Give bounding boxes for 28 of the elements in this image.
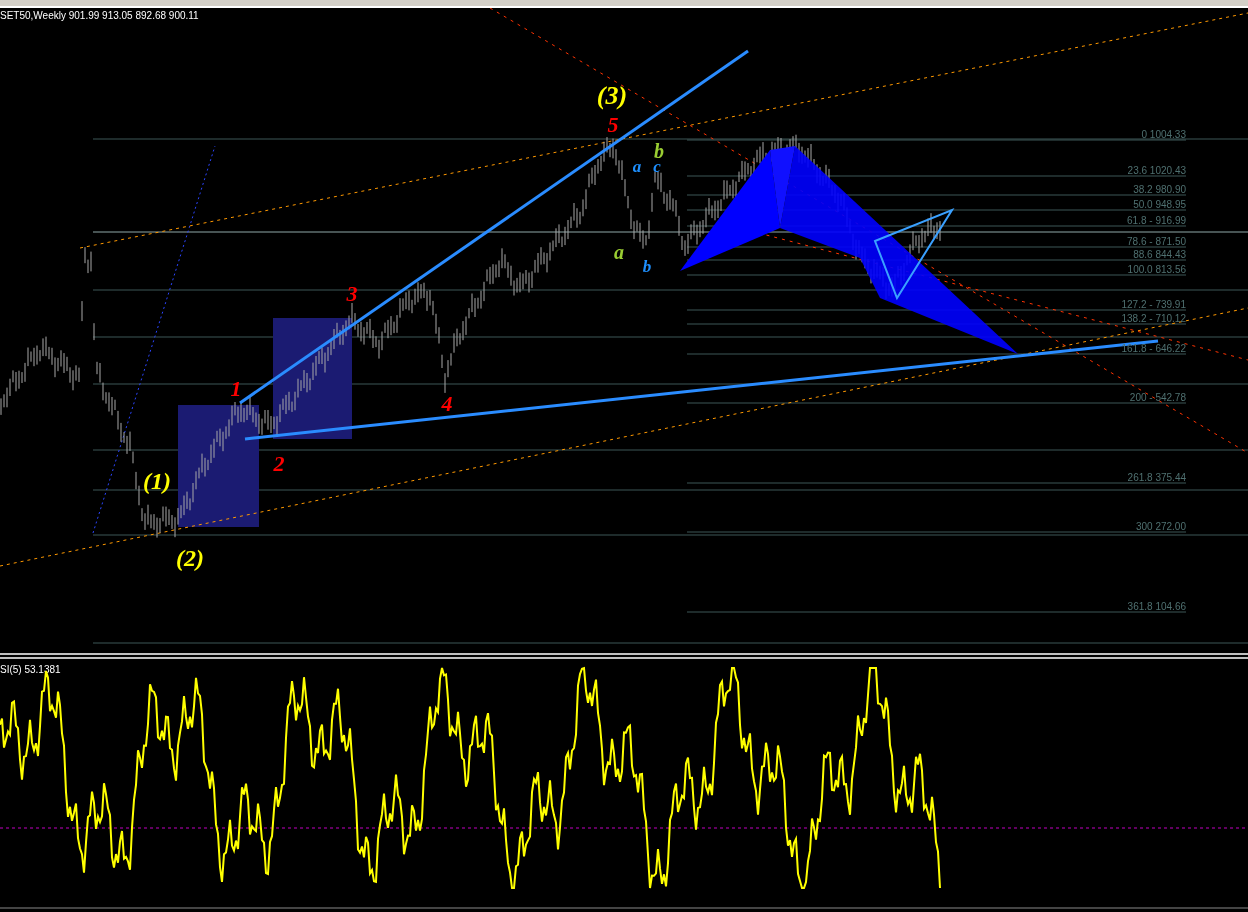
fib-level-label: 100.0 813.56 [1127,264,1186,275]
fib-level-label: 50.0 948.95 [1133,199,1186,210]
fib-level-label: 200 - 542.78 [1129,392,1186,403]
wave-label: 4 [441,391,453,416]
fib-level-label: 0 1004.33 [1141,129,1186,140]
wave-label: (1) [143,468,171,494]
fib-level-label: 300 272.00 [1135,521,1186,532]
wave-label: 3 [346,281,358,306]
indicator-header: SI(5) 53.1381 [0,664,61,675]
wave-label: b [642,257,652,276]
wave-label: (3) [596,81,628,110]
fib-level-label: 261.8 375.44 [1127,472,1186,483]
fib-level-label: 88.6 844.43 [1133,249,1186,260]
fib-level-label: 61.8 - 916.99 [1127,215,1186,226]
fib-level-label: 361.8 104.66 [1127,601,1186,612]
fib-level-label: 127.2 - 739.91 [1121,299,1186,310]
wave-label: 2 [273,451,285,476]
symbol-header: SET50,Weekly 901.99 913.05 892.68 900.11 [0,10,199,21]
wave-label: a [632,157,642,176]
fib-level-label: 23.6 1020.43 [1127,165,1186,176]
fib-level-label: 38.2 980.90 [1133,184,1186,195]
fib-level-label: 78.6 - 871.50 [1127,236,1186,247]
wave-label: a [614,241,624,263]
wave-label: (2) [176,545,204,571]
wave-label: 1 [230,376,242,401]
fib-level-label: 138.2 - 710.12 [1121,313,1186,324]
fib-level-label: 161.8 - 646.22 [1121,343,1186,354]
wave-label: 5 [607,112,619,137]
